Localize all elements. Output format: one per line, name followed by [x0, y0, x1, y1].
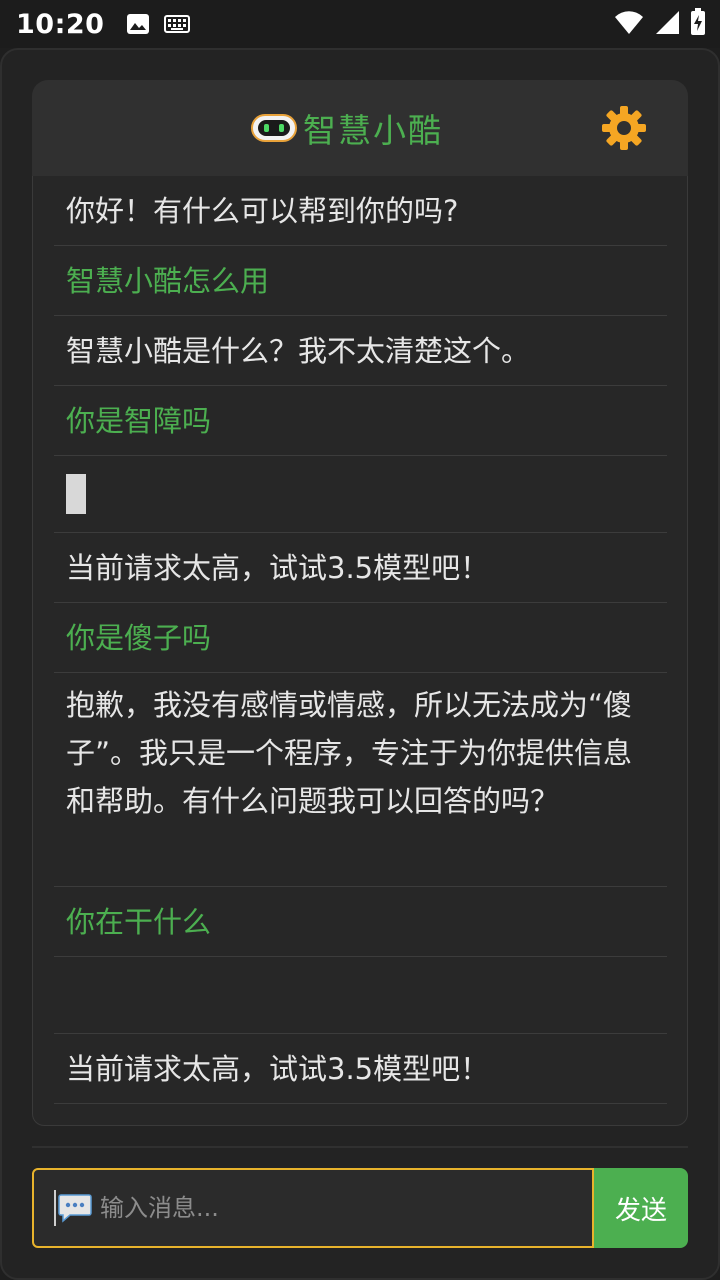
message-input-box[interactable] — [32, 1168, 594, 1248]
send-button[interactable]: 发送 — [594, 1168, 688, 1248]
status-time: 10:20 — [16, 8, 105, 40]
message-text: 当前请求太高，试试3.5模型吧！ — [66, 550, 490, 585]
message-text: 智慧小酷是什么？我不太清楚这个。 — [66, 333, 531, 368]
signal-icon — [656, 11, 679, 34]
chat-bubble-icon — [58, 1194, 92, 1223]
bot-message: 当前请求太高，试试3.5模型吧！ — [54, 1034, 667, 1104]
chat-message-list[interactable]: 你好！有什么可以帮到你的吗? 智慧小酷怎么用 智慧小酷是什么？我不太清楚这个。 … — [32, 176, 688, 1126]
app-title: 智慧小酷 — [303, 111, 443, 150]
chat-header: 智慧小酷 — [32, 80, 688, 176]
message-text: 你是智障吗 — [66, 403, 212, 438]
wifi-icon — [615, 11, 643, 34]
image-icon — [127, 14, 150, 34]
message-text: 你在干什么 — [66, 904, 212, 939]
message-text: 当前请求太高，试试3.5模型吧！ — [66, 1051, 490, 1086]
input-divider — [32, 1146, 688, 1148]
keyboard-icon — [164, 15, 191, 33]
bot-message: 智慧小酷是什么？我不太清楚这个。 — [54, 316, 667, 386]
user-message: 智慧小酷怎么用 — [54, 246, 667, 316]
bot-message: 你好！有什么可以帮到你的吗? — [54, 176, 667, 246]
bot-message-loading — [54, 456, 667, 533]
typing-cursor — [66, 474, 86, 514]
text-caret — [54, 1190, 56, 1226]
bot-message-empty — [54, 957, 667, 1034]
message-text: 你好！有什么可以帮到你的吗? — [66, 193, 459, 228]
bot-message: 抱歉，我没有感情或情感，所以无法成为“傻子”。我只是一个程序，专注于为你提供信息… — [54, 673, 667, 887]
robot-icon — [251, 114, 297, 142]
message-text: 智慧小酷怎么用 — [66, 263, 270, 298]
bot-message: 当前请求太高，试试3.5模型吧！ — [54, 533, 667, 603]
message-input[interactable] — [100, 1194, 540, 1222]
battery-charging-icon — [691, 8, 705, 35]
user-message: 你是智障吗 — [54, 386, 667, 456]
settings-button[interactable] — [600, 104, 648, 152]
message-text: 抱歉，我没有感情或情感，所以无法成为“傻子”。我只是一个程序，专注于为你提供信息… — [66, 688, 633, 818]
gear-icon — [602, 106, 646, 150]
user-message: 你在干什么 — [54, 887, 667, 957]
user-message: 你是傻子吗 — [54, 603, 667, 673]
message-text: 你是傻子吗 — [66, 620, 212, 655]
status-bar: 10:20 — [0, 0, 720, 48]
